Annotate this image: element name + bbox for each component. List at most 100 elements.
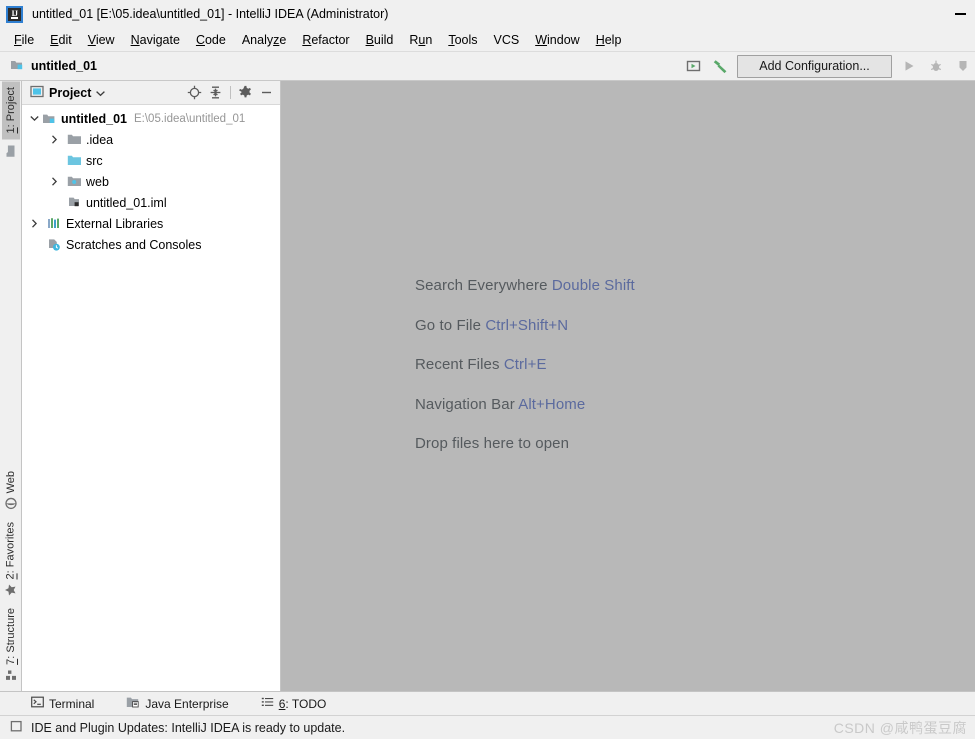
bottom-tab-terminal[interactable]: Terminal (28, 694, 97, 713)
hint-shortcut: Ctrl+Shift+N (485, 316, 569, 334)
window-title: untitled_01 [E:\05.idea\untitled_01] - I… (32, 7, 389, 21)
menu-run[interactable]: Run (401, 31, 440, 49)
folder-icon (66, 132, 82, 148)
bottom-tab-label: Java Enterprise (145, 696, 229, 711)
project-panel-title: Project (49, 85, 92, 100)
sidebar-tab-project[interactable]: 1: Project (1, 81, 20, 140)
tree-row-untitled_01[interactable]: untitled_01 E:\05.idea\untitled_01 (22, 108, 280, 129)
bottom-tab-todo[interactable]: 6: TODO (258, 694, 330, 713)
hint-recent-files: Recent Files Ctrl+E (415, 356, 635, 373)
sidebar-tab-structure[interactable]: 7: Structure (2, 602, 20, 687)
menu-code[interactable]: Code (188, 31, 234, 49)
project-folder-icon (1, 139, 20, 159)
notification-icon[interactable] (10, 720, 24, 736)
toolbar-actions: Add Configuration... (683, 52, 975, 80)
project-tree: untitled_01 E:\05.idea\untitled_01 .idea (22, 105, 280, 691)
menu-edit[interactable]: Edit (42, 31, 80, 49)
watermark: CSDN @咸鸭蛋豆腐 (833, 719, 967, 736)
more-icon (953, 56, 973, 76)
hint-label: Search Everywhere (415, 277, 548, 294)
collapse-all-icon[interactable] (206, 83, 225, 102)
tree-label: untitled_01 (61, 111, 127, 126)
build-hammer-icon[interactable] (710, 56, 730, 76)
tree-row-src[interactable]: src (22, 150, 280, 171)
project-panel-title-group[interactable]: Project (30, 85, 106, 101)
tree-path: E:\05.idea\untitled_01 (134, 112, 246, 125)
menu-help[interactable]: Help (588, 31, 630, 49)
editor-area[interactable]: Search Everywhere Double Shift Go to Fil… (281, 81, 975, 691)
hint-shortcut: Ctrl+E (503, 356, 547, 373)
web-globe-icon (4, 497, 17, 510)
hint-search-everywhere: Search Everywhere Double Shift (415, 277, 635, 294)
chevron-right-icon[interactable] (28, 217, 41, 230)
menu-window[interactable]: Window (527, 31, 587, 49)
bottom-tab-label: Terminal (49, 696, 95, 711)
add-configuration-button[interactable]: Add Configuration... (737, 54, 892, 78)
run-icon (899, 56, 919, 76)
select-target-icon[interactable] (683, 56, 703, 76)
left-tool-strip: 1: Project Web 2: Favorites 7: Structure (0, 81, 22, 691)
libraries-icon (46, 216, 62, 232)
menu-view[interactable]: View (80, 31, 123, 49)
structure-icon (5, 669, 17, 681)
locate-icon[interactable] (185, 83, 204, 102)
hint-drop-files: Drop files here to open (415, 435, 635, 452)
menu-refactor[interactable]: Refactor (294, 31, 357, 49)
chevron-down-icon[interactable] (28, 112, 41, 125)
iml-file-icon (66, 195, 82, 211)
sidebar-tab-favorites[interactable]: 2: Favorites (1, 516, 20, 602)
status-message[interactable]: IDE and Plugin Updates: IntelliJ IDEA is… (31, 721, 345, 735)
module-icon (10, 58, 25, 75)
main-area: 1: Project Web 2: Favorites 7: Structure… (0, 81, 975, 691)
favorites-star-icon (4, 583, 17, 596)
hint-shortcut: Double Shift (551, 277, 635, 294)
tree-row-web[interactable]: web (22, 171, 280, 192)
divider (230, 86, 231, 99)
chevron-down-icon[interactable] (96, 86, 106, 100)
menu-navigate[interactable]: Navigate (123, 31, 188, 49)
tree-label: web (86, 174, 109, 189)
tree-label: src (86, 153, 103, 168)
source-folder-icon (66, 153, 82, 169)
minimize-button[interactable] (945, 0, 975, 28)
bottom-tab-java-enterprise[interactable]: Java Enterprise (123, 694, 231, 714)
hide-icon[interactable] (257, 83, 276, 102)
chevron-right-icon[interactable] (48, 175, 61, 188)
breadcrumb[interactable]: untitled_01 (10, 58, 97, 75)
sidebar-tab-web[interactable]: Web (2, 465, 20, 515)
status-bar: IDE and Plugin Updates: IntelliJ IDEA is… (0, 715, 975, 739)
hint-shortcut: Alt+Home (518, 395, 586, 413)
left-strip-top: 1: Project (1, 81, 20, 159)
hint-label: Recent Files (415, 356, 500, 373)
project-panel-header: Project (22, 81, 280, 105)
tree-row-external-libraries[interactable]: External Libraries (22, 213, 280, 234)
gear-icon[interactable] (236, 83, 255, 102)
menu-file[interactable]: File (6, 31, 42, 49)
module-icon (41, 111, 57, 127)
window-controls (945, 0, 975, 28)
project-panel-actions (185, 83, 276, 102)
tree-row-idea[interactable]: .idea (22, 129, 280, 150)
intellij-idea-window: IJ untitled_01 [E:\05.idea\untitled_01] … (0, 0, 975, 739)
chevron-right-icon[interactable] (48, 133, 61, 146)
menu-vcs[interactable]: VCS (486, 31, 528, 49)
hint-label: Go to File (415, 316, 482, 334)
debug-icon (926, 56, 946, 76)
tree-row-scratches[interactable]: Scratches and Consoles (22, 234, 280, 255)
left-strip-bottom: Web 2: Favorites 7: Structure (1, 465, 20, 691)
tree-label: untitled_01.iml (86, 195, 167, 210)
menu-analyze[interactable]: Analyze (234, 31, 294, 49)
hint-label: Drop files here to open (415, 435, 570, 452)
intellij-idea-icon: IJ (6, 5, 23, 23)
menu-build[interactable]: Build (358, 31, 402, 49)
breadcrumb-label: untitled_01 (31, 59, 97, 73)
tree-row-iml[interactable]: untitled_01.iml (22, 192, 280, 213)
scratches-icon (46, 237, 62, 253)
project-tool-window: Project untitled_01 E:\05.idea\untitled_… (22, 81, 281, 691)
navigation-bar: untitled_01 Add Configuration... (0, 52, 975, 81)
web-folder-icon (66, 174, 82, 190)
bottom-tab-label: 6: TODO (278, 696, 327, 711)
menu-tools[interactable]: Tools (440, 31, 485, 49)
